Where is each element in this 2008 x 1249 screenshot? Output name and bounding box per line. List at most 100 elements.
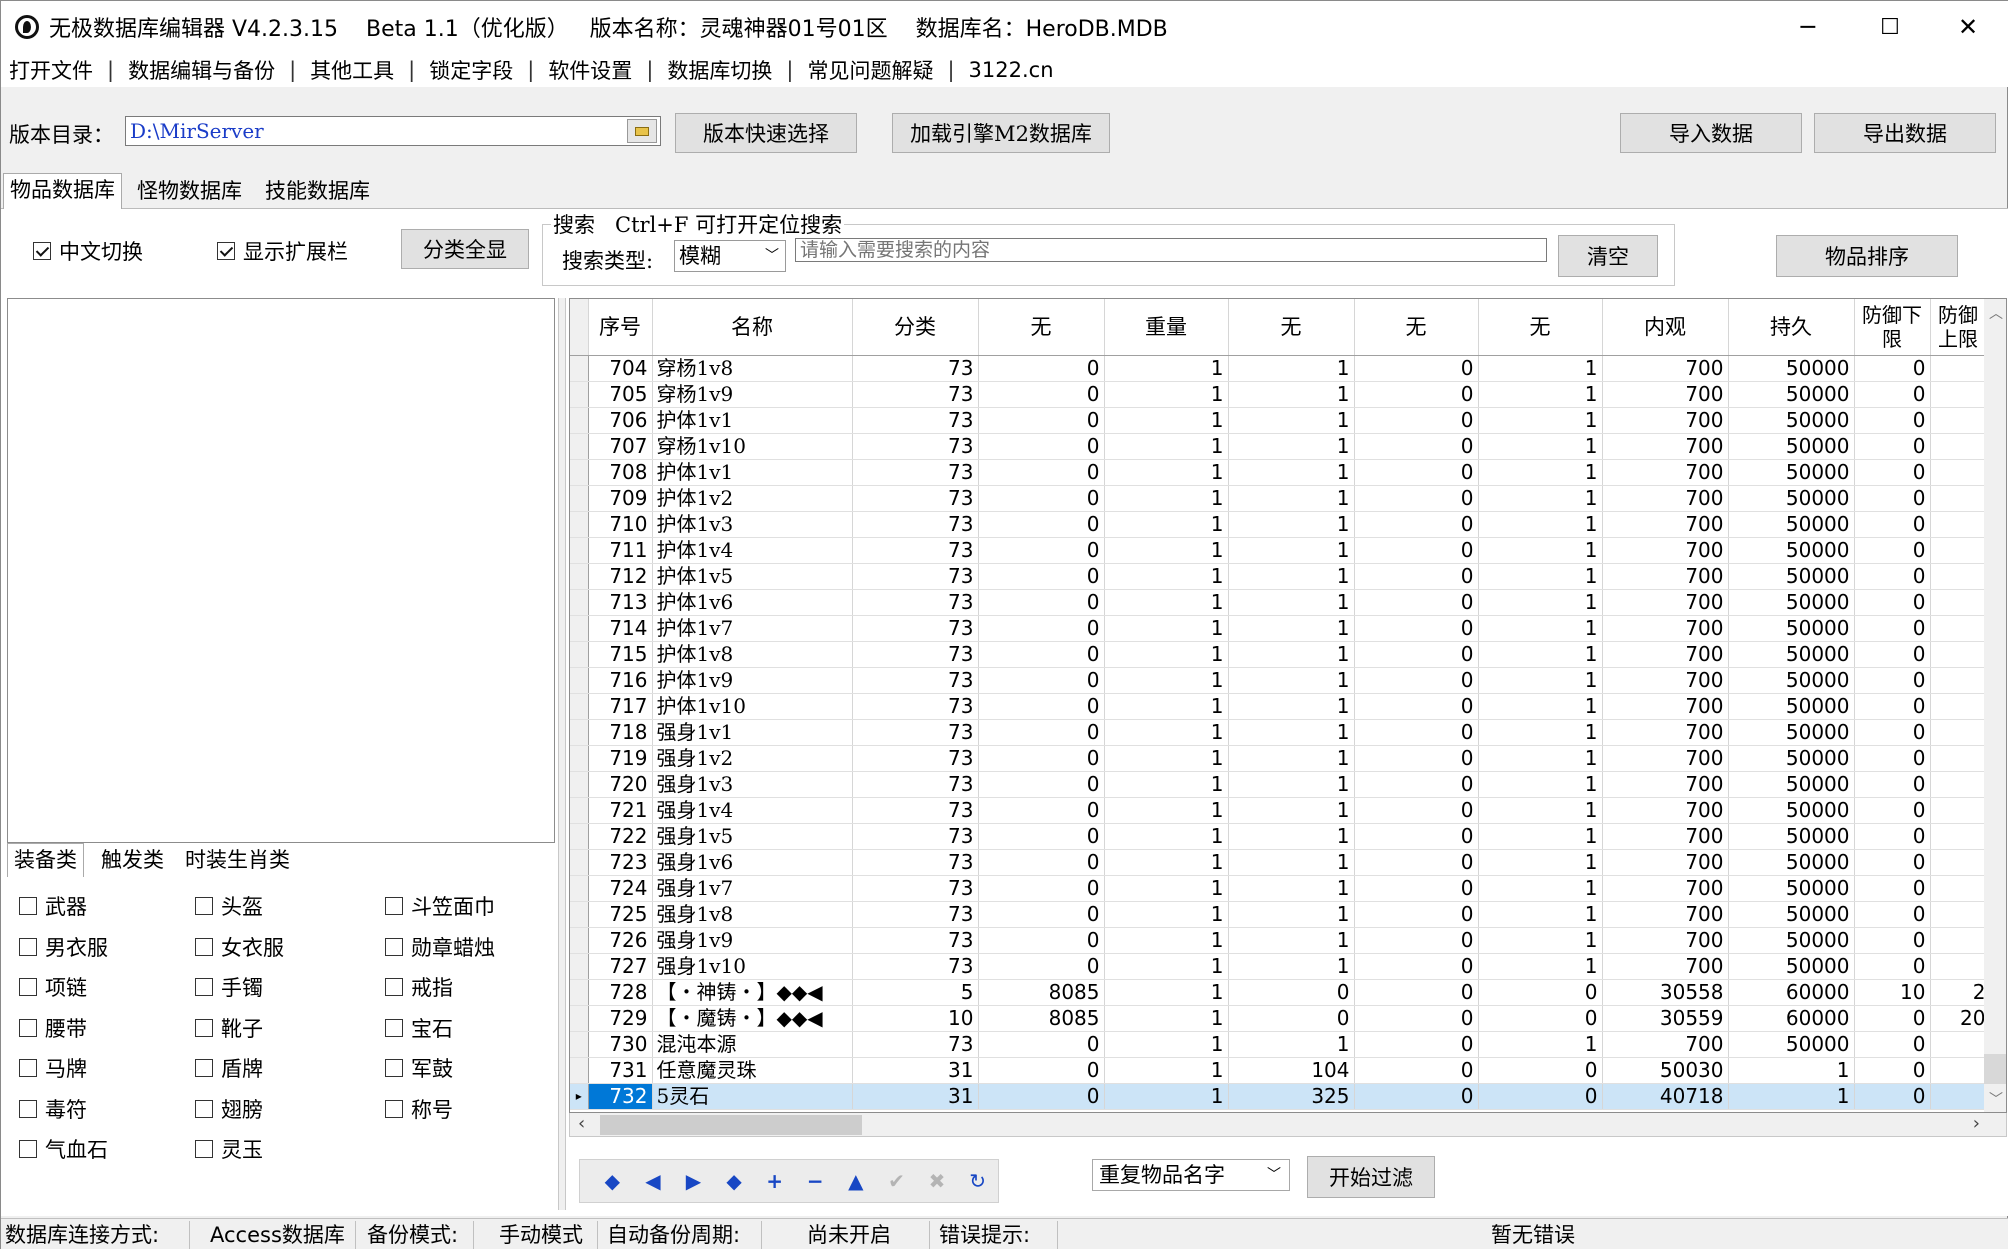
table-cell[interactable]: 73 (852, 823, 979, 850)
table-cell[interactable]: 73 (852, 849, 979, 876)
table-cell[interactable]: 73 (852, 953, 979, 980)
table-cell[interactable] (1930, 745, 1987, 772)
table-cell[interactable]: 700 (1602, 875, 1729, 902)
menu-switch-db[interactable]: 数据库切换 (667, 55, 772, 85)
table-cell[interactable]: 1 (1478, 849, 1603, 876)
table-cell[interactable]: 1 (1228, 355, 1355, 382)
row-indicator[interactable] (570, 745, 589, 772)
table-cell[interactable]: 1 (1228, 407, 1355, 434)
column-header[interactable]: 无 (978, 299, 1105, 356)
table-cell[interactable]: 护体1v2 (652, 485, 853, 512)
table-cell[interactable]: 50000 (1728, 927, 1855, 954)
table-cell[interactable]: 1 (1478, 615, 1603, 642)
table-cell[interactable]: 0 (1354, 537, 1479, 564)
horizontal-scrollbar[interactable]: ‹ › (569, 1113, 2007, 1137)
row-indicator[interactable] (570, 875, 589, 902)
table-cell[interactable]: 1 (1478, 563, 1603, 590)
table-cell[interactable]: 0 (1354, 901, 1479, 928)
menu-other-tools[interactable]: 其他工具 (310, 55, 394, 85)
table-cell[interactable]: 731 (588, 1057, 653, 1084)
table-row[interactable]: 722 强身1v5 73 0 1 1 0 1 700 50000 0 (570, 823, 1987, 850)
table-row[interactable]: 730 混沌本源 73 0 1 1 0 1 700 50000 0 (570, 1031, 1987, 1058)
column-header[interactable]: 无 (1478, 299, 1603, 356)
table-cell[interactable]: 1 (1104, 953, 1229, 980)
table-cell[interactable]: 1 (1104, 979, 1229, 1006)
first-record-icon[interactable]: ◆ (592, 1169, 633, 1193)
category-checkbox[interactable] (19, 897, 37, 915)
category-checkbox[interactable] (195, 1059, 213, 1077)
table-cell[interactable]: 73 (852, 615, 979, 642)
table-cell[interactable]: 0 (1854, 1057, 1931, 1084)
table-cell[interactable]: 50000 (1728, 719, 1855, 746)
table-cell[interactable]: 1 (1104, 355, 1229, 382)
table-cell[interactable] (1930, 823, 1987, 850)
table-cell[interactable]: 0 (978, 433, 1105, 460)
table-cell[interactable]: 0 (1478, 979, 1603, 1006)
tab-triggers[interactable]: 触发类 (95, 844, 170, 876)
table-cell[interactable]: 1 (1478, 953, 1603, 980)
table-cell[interactable]: 0 (978, 381, 1105, 408)
table-cell[interactable]: 1 (1478, 901, 1603, 928)
table-cell[interactable]: 强身1v10 (652, 953, 853, 980)
table-cell[interactable]: 0 (978, 589, 1105, 616)
table-cell[interactable]: 1 (1228, 433, 1355, 460)
table-cell[interactable]: 0 (1854, 511, 1931, 538)
tab-fashion-zodiac[interactable]: 时装生肖类 (179, 844, 296, 876)
row-indicator[interactable] (570, 797, 589, 824)
export-button[interactable]: 导出数据 (1814, 113, 1996, 153)
table-row[interactable]: 707 穿杨1v10 73 0 1 1 0 1 700 50000 0 (570, 433, 1987, 460)
table-cell[interactable]: 700 (1602, 641, 1729, 668)
table-cell[interactable]: 50030 (1602, 1057, 1729, 1084)
table-cell[interactable]: 1 (1228, 537, 1355, 564)
table-cell[interactable]: 1 (1228, 667, 1355, 694)
chevron-up-icon[interactable]: ︿ (1989, 303, 2003, 323)
table-cell[interactable]: 10 (852, 1005, 979, 1032)
table-cell[interactable]: 0 (978, 667, 1105, 694)
table-cell[interactable] (1930, 589, 1987, 616)
table-cell[interactable]: 50000 (1728, 615, 1855, 642)
maximize-button[interactable]: ☐ (1849, 1, 1931, 53)
table-cell[interactable]: 1 (1104, 511, 1229, 538)
table-cell[interactable]: 5 (852, 979, 979, 1006)
table-cell[interactable]: 50000 (1728, 823, 1855, 850)
table-cell[interactable]: 50000 (1728, 901, 1855, 928)
table-cell[interactable]: 50000 (1728, 1031, 1855, 1058)
category-option[interactable]: 军鼓 (385, 1053, 453, 1083)
table-cell[interactable]: 0 (978, 1031, 1105, 1058)
category-checkbox[interactable] (385, 1059, 403, 1077)
table-cell[interactable]: 50000 (1728, 485, 1855, 512)
table-cell[interactable]: 0 (1354, 797, 1479, 824)
table-cell[interactable]: 700 (1602, 1031, 1729, 1058)
menu-data-edit-backup[interactable]: 数据编辑与备份 (128, 55, 275, 85)
table-cell[interactable]: 0 (978, 875, 1105, 902)
table-cell[interactable]: 0 (978, 407, 1105, 434)
table-cell[interactable]: 0 (1478, 1005, 1603, 1032)
table-cell[interactable]: 护体1v4 (652, 537, 853, 564)
table-row[interactable]: ▸ 732 5灵石 31 0 1 325 0 0 40718 1 0 (570, 1083, 1987, 1110)
table-cell[interactable]: 0 (978, 719, 1105, 746)
table-row[interactable]: 715 护体1v8 73 0 1 1 0 1 700 50000 0 (570, 641, 1987, 668)
table-cell[interactable]: 0 (1354, 745, 1479, 772)
table-cell[interactable]: 73 (852, 485, 979, 512)
table-cell[interactable]: 727 (588, 953, 653, 980)
table-cell[interactable]: 1 (1478, 433, 1603, 460)
show-ext-checkbox[interactable] (217, 242, 235, 260)
table-cell[interactable]: 1 (1104, 615, 1229, 642)
category-checkbox[interactable] (19, 1099, 37, 1118)
table-cell[interactable]: 强身1v1 (652, 719, 853, 746)
table-cell[interactable]: 50000 (1728, 355, 1855, 382)
table-cell[interactable]: 0 (1854, 875, 1931, 902)
table-cell[interactable]: 0 (978, 459, 1105, 486)
category-option[interactable]: 毒符 (19, 1094, 87, 1124)
table-cell[interactable] (1930, 485, 1987, 512)
table-cell[interactable]: 0 (1854, 589, 1931, 616)
table-cell[interactable]: 1 (1478, 641, 1603, 668)
table-cell[interactable]: 1 (1478, 537, 1603, 564)
category-option[interactable]: 勋章蜡烛 (385, 932, 495, 962)
table-cell[interactable]: 2 (1930, 979, 1987, 1006)
table-cell[interactable]: 719 (588, 745, 653, 772)
table-cell[interactable]: 强身1v7 (652, 875, 853, 902)
table-cell[interactable]: 0 (1854, 433, 1931, 460)
table-cell[interactable]: 1 (1104, 1057, 1229, 1084)
table-cell[interactable]: 50000 (1728, 407, 1855, 434)
